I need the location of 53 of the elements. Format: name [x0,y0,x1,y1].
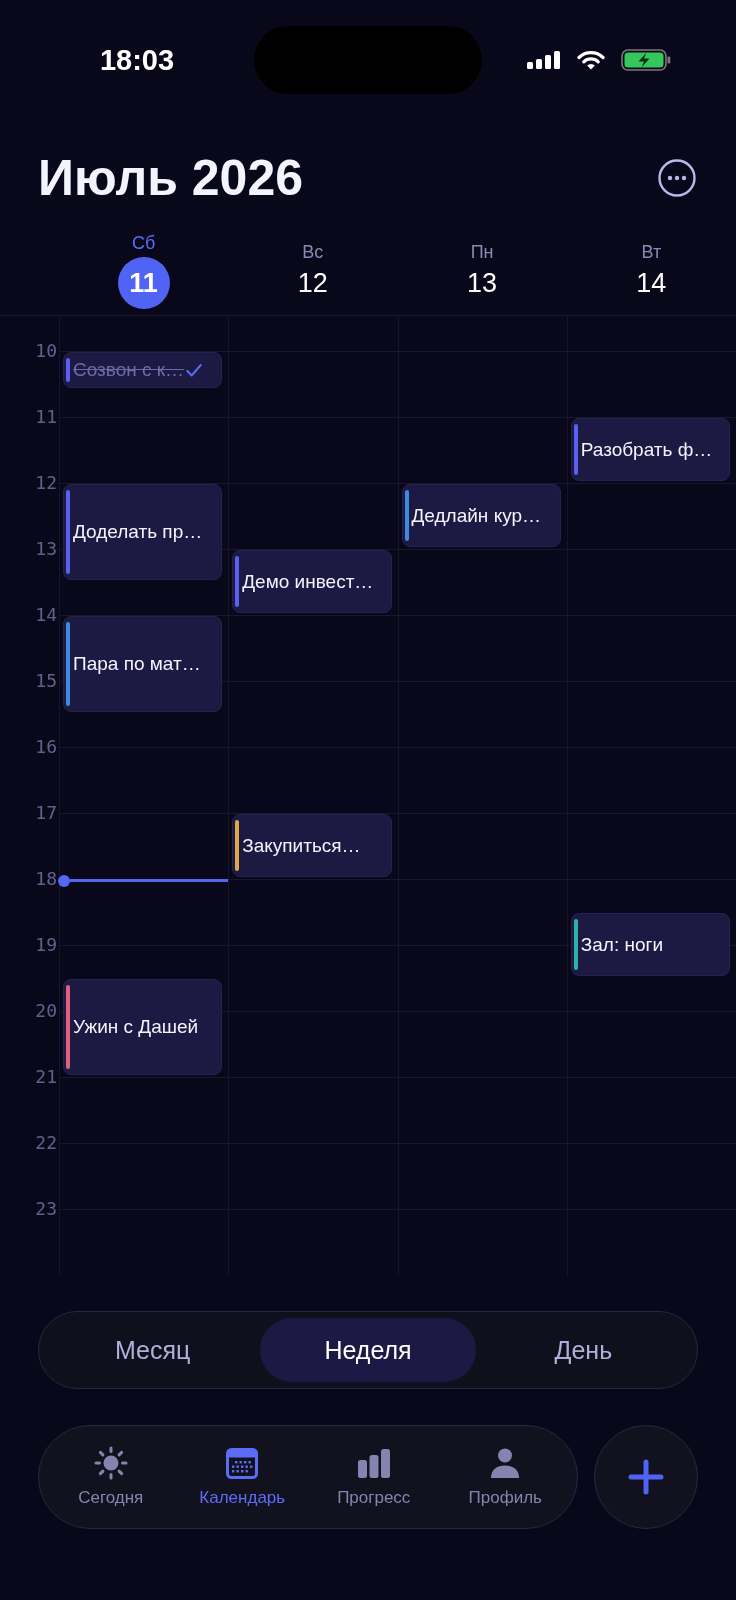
hour-label: 16 [34,736,58,758]
event-card[interactable]: Закупиться… [232,814,392,877]
event-title: Разобрать ф… [580,437,713,462]
more-icon [658,159,696,197]
hour-label: 15 [34,670,58,692]
event-card[interactable]: Доделать пр… [63,484,223,580]
hour-label: 10 [34,340,58,362]
event-title: Доделать пр… [73,520,203,544]
weekday-label: Сб [131,233,156,253]
calendar-icon [225,1446,260,1480]
event-title: Зал: ноги [580,932,664,957]
event-title: Пара по мат… [73,652,201,676]
hour-label: 18 [34,868,58,890]
event-title: Созвон с к… [73,358,185,382]
signal-icon [527,51,561,69]
event-card[interactable]: Разобрать ф… [570,418,730,481]
tab-bar-item[interactable]: Профиль [439,1426,571,1528]
event-card[interactable]: Ужин с Дашей [63,979,223,1075]
hour-label: 21 [34,1066,58,1088]
view-tab[interactable]: Неделя [260,1318,476,1382]
sun-icon [93,1446,128,1480]
event-card[interactable]: Дедлайн кур… [401,484,561,547]
event-title: Дедлайн кур… [411,503,542,528]
hour-label: 17 [34,802,58,824]
event-card[interactable]: Демо инвест… [232,550,392,613]
plus-icon [628,1459,664,1495]
date-number[interactable]: 11 [117,257,170,309]
bar-chart-icon [356,1446,391,1480]
event-card[interactable]: Зал: ноги [570,913,730,976]
event-title: Закупиться… [242,833,361,858]
tab-bar-item[interactable]: Сегодня [45,1426,177,1528]
check-icon [186,362,203,378]
status-time: 18:03 [98,43,176,77]
hour-label: 23 [34,1198,58,1220]
hour-label: 20 [34,1000,58,1022]
hour-label: 19 [34,934,58,956]
month-title: Июль 2026 [38,149,303,208]
hour-label: 13 [34,538,58,560]
current-time-dot-icon [58,874,70,887]
hour-label: 12 [34,472,58,494]
event-card[interactable]: Пара по мат… [63,616,223,712]
tab-bar-item[interactable]: Прогресс [308,1426,440,1528]
tab-bar-item[interactable]: Календарь [176,1426,308,1528]
hour-label: 11 [34,406,58,428]
event-title: Демо инвест… [242,569,374,594]
more-button[interactable] [658,159,696,197]
view-tab[interactable]: Месяц [45,1318,261,1382]
hour-label: 14 [34,604,58,626]
event-title: Ужин с Дашей [73,1015,199,1039]
view-tab[interactable]: День [475,1318,691,1382]
battery-charging-icon [621,49,671,71]
wifi-icon [577,50,605,70]
hour-label: 22 [34,1132,58,1154]
